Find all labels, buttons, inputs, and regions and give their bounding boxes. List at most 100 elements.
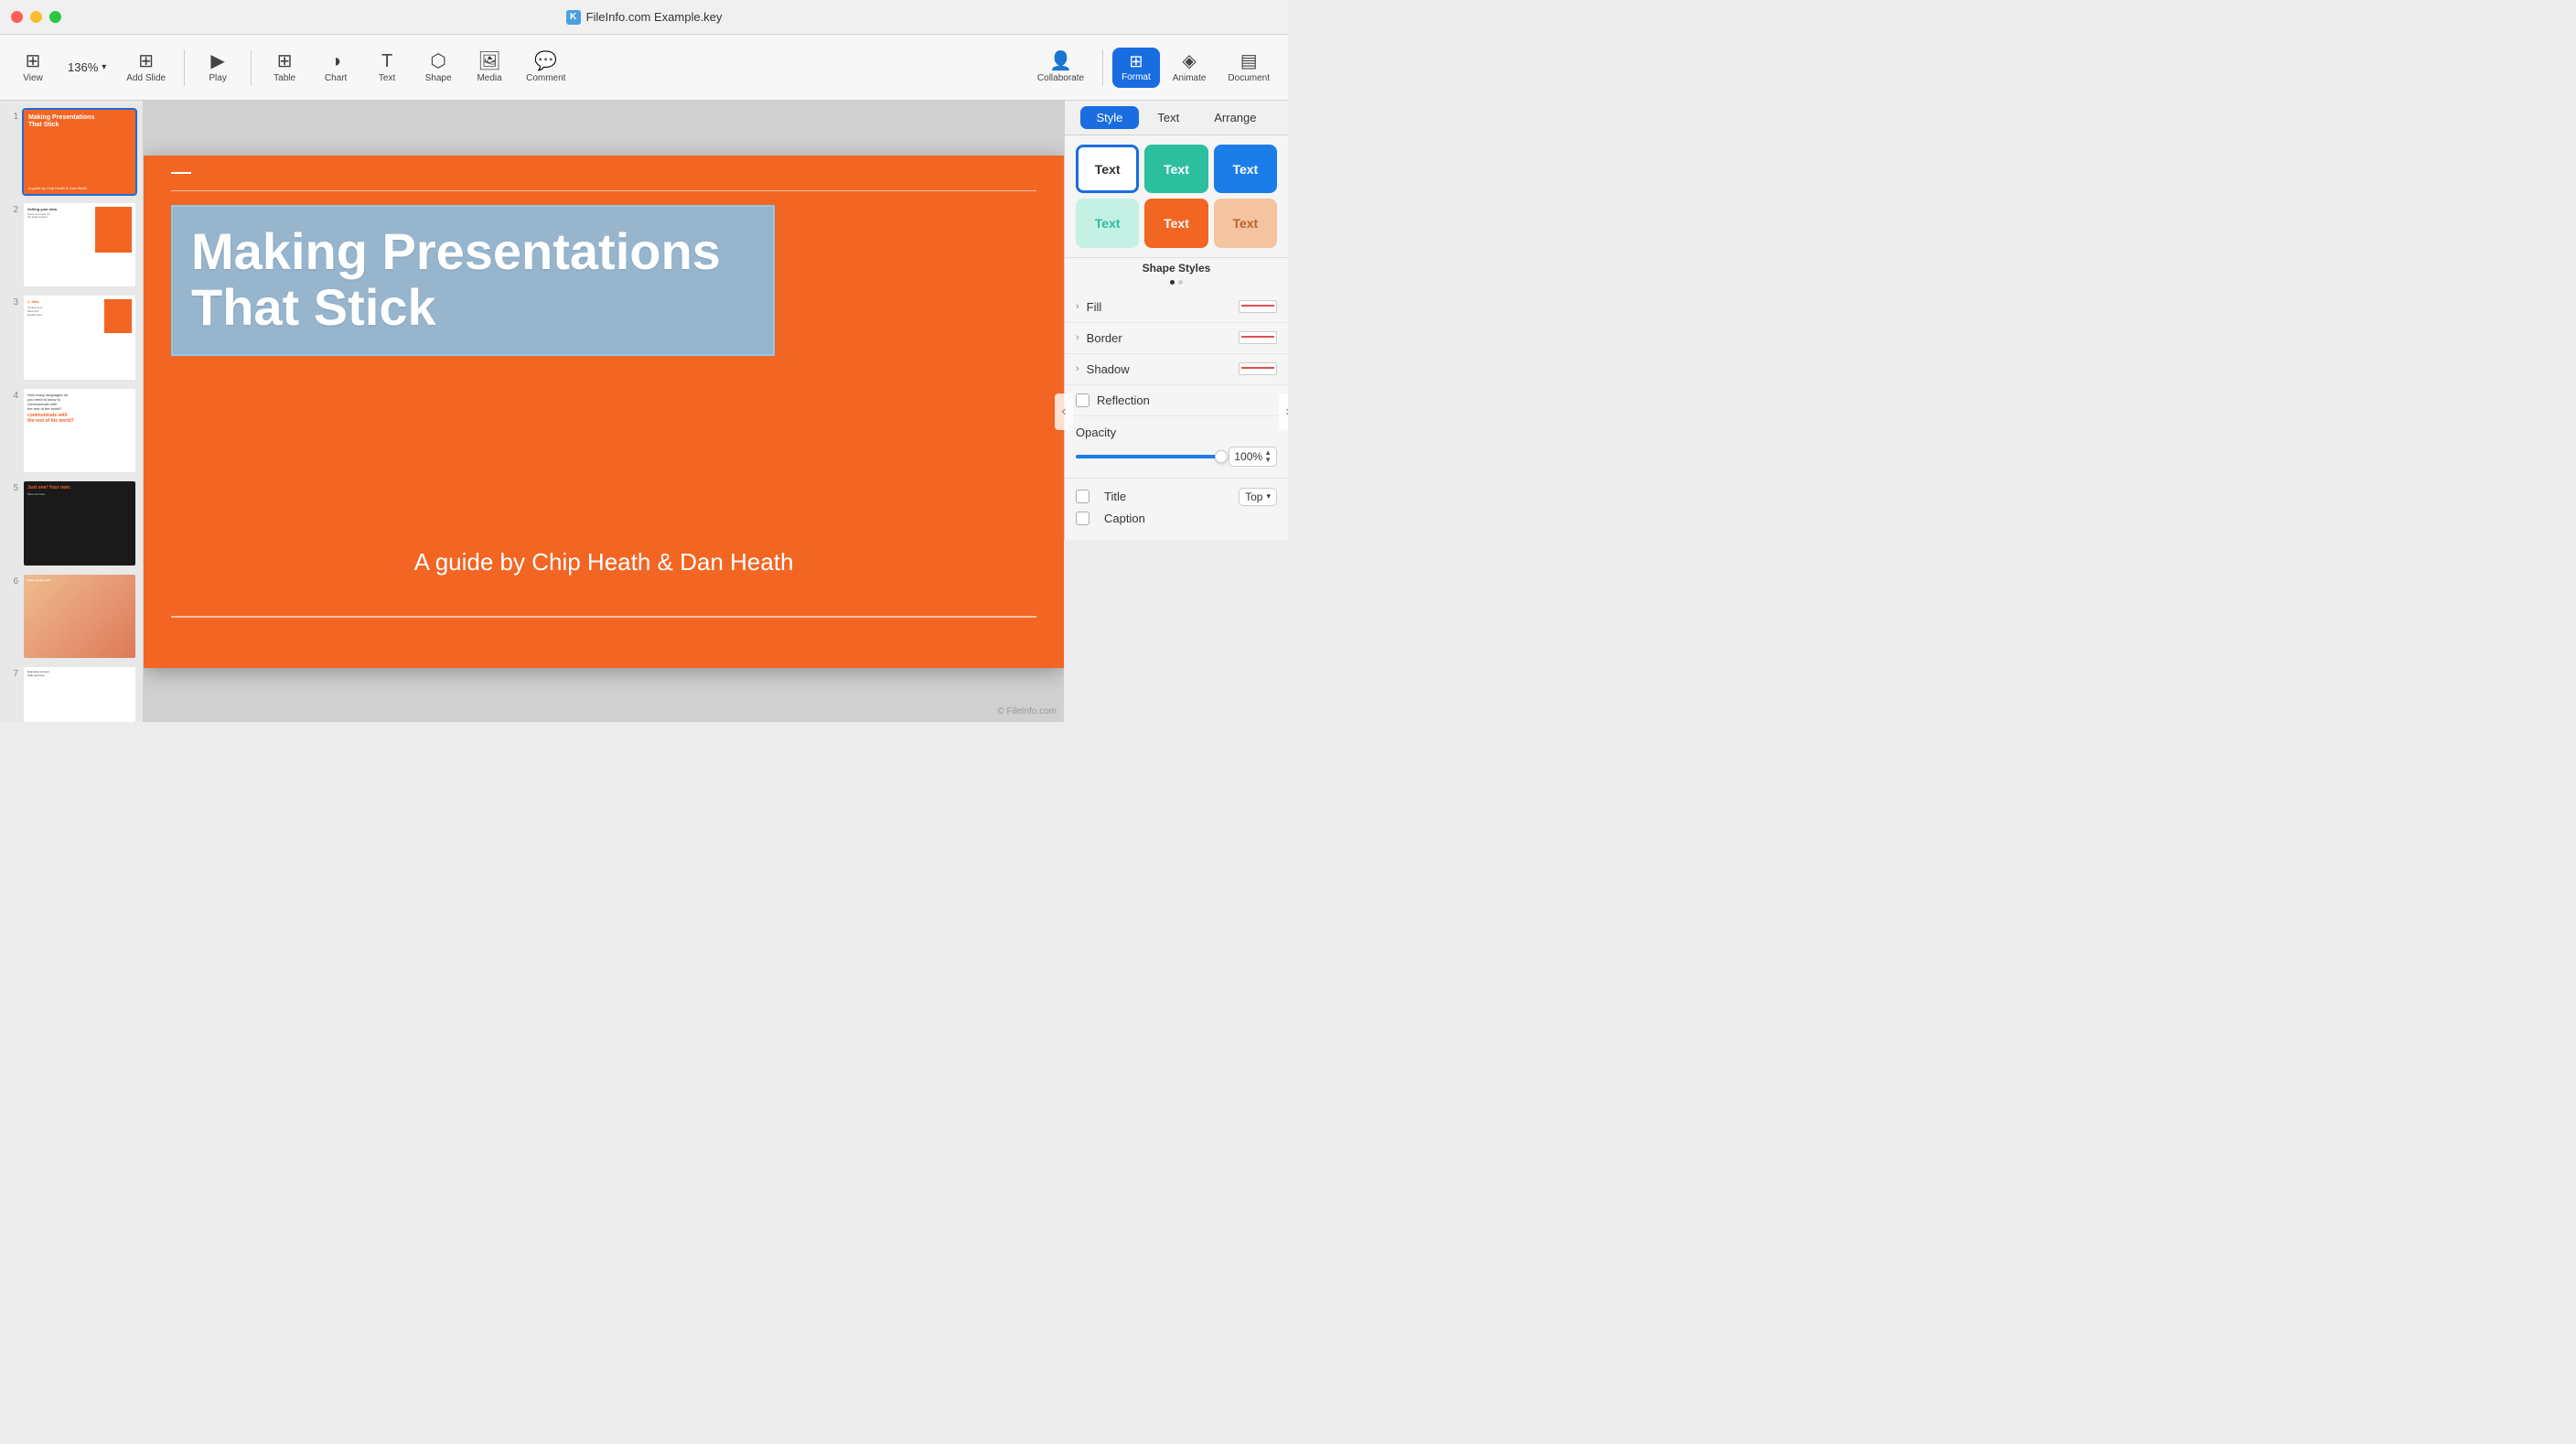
add-slide-button[interactable]: ⊞ Add Slide bbox=[117, 47, 175, 89]
title-row: Title Top ▾ bbox=[1076, 488, 1277, 506]
shadow-chevron-icon: › bbox=[1076, 363, 1079, 374]
format-button[interactable]: ⊞ Format bbox=[1112, 48, 1160, 88]
slide-thumb-row-4: 4 How many languages doyou need to know … bbox=[5, 387, 137, 475]
border-row[interactable]: › Border bbox=[1065, 323, 1288, 354]
comment-button[interactable]: 💬 Comment bbox=[517, 47, 574, 89]
opacity-slider[interactable] bbox=[1076, 455, 1221, 458]
chevron-left-icon: ‹ bbox=[1061, 404, 1066, 420]
collaborate-button[interactable]: 👤 Collaborate bbox=[1028, 47, 1093, 89]
zoom-control[interactable]: 136% ▾ bbox=[60, 57, 113, 78]
collaborate-icon: 👤 bbox=[1049, 52, 1072, 70]
opacity-value-box: 100% ▲ ▼ bbox=[1229, 447, 1277, 467]
slide-thumb-row-1: 1 Making PresentationsThat Stick A guide… bbox=[5, 108, 137, 196]
play-label: Play bbox=[209, 73, 226, 83]
reflection-checkbox[interactable] bbox=[1076, 393, 1089, 407]
title-position-value: Top bbox=[1245, 490, 1262, 503]
slide-thumb-row-3: 3 1. Idea Content textMore textDetails h… bbox=[5, 294, 137, 382]
tab-text[interactable]: Text bbox=[1141, 106, 1196, 129]
right-panel-wrapper: ‹ › Style Text Arrange Text Text Text bbox=[1064, 101, 1288, 722]
slide-thumbnail-1[interactable]: Making PresentationsThat Stick A guide b… bbox=[22, 108, 137, 196]
opacity-stepper[interactable]: ▲ ▼ bbox=[1264, 449, 1272, 464]
chart-button[interactable]: ◑ Chart bbox=[312, 47, 360, 89]
animate-label: Animate bbox=[1173, 73, 1207, 83]
slide-thumbnail-2[interactable]: Selling your idea Some text here forthe … bbox=[22, 201, 137, 289]
panel-nav-right[interactable]: › bbox=[1279, 393, 1288, 430]
shadow-color-preview bbox=[1239, 362, 1277, 375]
shape-button[interactable]: ⬡ Shape bbox=[414, 47, 462, 89]
slide-number-2: 2 bbox=[5, 201, 18, 215]
slide-number-7: 7 bbox=[5, 665, 18, 679]
slide-thumbnail-7[interactable]: Examples contentslide text here bbox=[22, 665, 137, 722]
title-label: Title bbox=[1104, 490, 1231, 503]
dot-2 bbox=[1178, 280, 1183, 285]
slide-number-5: 5 bbox=[5, 480, 18, 493]
minimize-button[interactable] bbox=[30, 11, 42, 23]
border-label: Border bbox=[1087, 331, 1239, 345]
slide-thumbnail-5[interactable]: Just one! Your own. More text here bbox=[22, 480, 137, 567]
reflection-row: Reflection bbox=[1065, 385, 1288, 416]
dot-1 bbox=[1170, 280, 1175, 285]
shadow-label: Shadow bbox=[1087, 362, 1239, 376]
animate-button[interactable]: ◈ Animate bbox=[1164, 47, 1216, 89]
slide-thumbnail-4[interactable]: How many languages doyou need to know to… bbox=[22, 387, 137, 475]
title-position-dropdown[interactable]: Top ▾ bbox=[1239, 488, 1277, 506]
opacity-section: Opacity 100% ▲ ▼ bbox=[1065, 416, 1288, 479]
panel-nav-left[interactable]: ‹ bbox=[1055, 393, 1073, 430]
stepper-down-icon[interactable]: ▼ bbox=[1264, 457, 1272, 464]
text-label: Text bbox=[379, 73, 395, 83]
right-panel-tabs: Style Text Arrange bbox=[1065, 101, 1288, 135]
caption-checkbox[interactable] bbox=[1076, 512, 1089, 525]
style-swatch-6[interactable]: Text bbox=[1214, 199, 1277, 247]
play-button[interactable]: ▶ Play bbox=[194, 47, 242, 89]
slide-title-box[interactable]: Making Presentations That Stick bbox=[171, 205, 775, 356]
window-controls bbox=[11, 11, 61, 23]
table-button[interactable]: ⊞ Table bbox=[261, 47, 308, 89]
main-area: 1 Making PresentationsThat Stick A guide… bbox=[0, 101, 1288, 722]
collaborate-label: Collaborate bbox=[1037, 73, 1084, 83]
title-checkbox[interactable] bbox=[1076, 490, 1089, 503]
opacity-value: 100% bbox=[1234, 450, 1262, 463]
tab-style[interactable]: Style bbox=[1080, 106, 1140, 129]
swatch-5-label: Text bbox=[1164, 216, 1189, 231]
border-color-preview bbox=[1239, 331, 1277, 344]
slide-thumbnail-6[interactable]: Flags image slide bbox=[22, 573, 137, 661]
slide-title-text: Making Presentations That Stick bbox=[191, 223, 755, 336]
maximize-button[interactable] bbox=[49, 11, 61, 23]
media-button[interactable]: 🖼 Media bbox=[466, 47, 513, 89]
shape-styles-section: Shape Styles bbox=[1065, 257, 1288, 292]
zoom-chevron-icon: ▾ bbox=[102, 62, 106, 72]
media-label: Media bbox=[477, 73, 501, 83]
style-swatch-1[interactable]: Text bbox=[1076, 145, 1139, 193]
shadow-row[interactable]: › Shadow bbox=[1065, 354, 1288, 385]
right-panel: Style Text Arrange Text Text Text Text bbox=[1064, 101, 1288, 540]
table-icon: ⊞ bbox=[277, 52, 293, 70]
slide-thumbnail-3[interactable]: 1. Idea Content textMore textDetails her… bbox=[22, 294, 137, 382]
copyright-text: © FileInfo.com bbox=[997, 706, 1057, 717]
style-swatch-5[interactable]: Text bbox=[1144, 199, 1208, 247]
chevron-right-icon: › bbox=[1285, 404, 1288, 420]
style-swatch-4[interactable]: Text bbox=[1076, 199, 1139, 247]
slide-number-1: 1 bbox=[5, 108, 18, 122]
titlebar: K FileInfo.com Example.key bbox=[0, 0, 1288, 35]
slide-number-4: 4 bbox=[5, 387, 18, 401]
fill-row[interactable]: › Fill bbox=[1065, 292, 1288, 323]
close-button[interactable] bbox=[11, 11, 23, 23]
view-icon: ⊞ bbox=[26, 52, 41, 70]
tab-arrange[interactable]: Arrange bbox=[1197, 106, 1272, 129]
opacity-slider-thumb[interactable] bbox=[1215, 450, 1228, 463]
slide-bottom-line bbox=[171, 616, 1036, 618]
document-label: Document bbox=[1228, 73, 1270, 83]
reflection-label: Reflection bbox=[1097, 393, 1150, 407]
table-label: Table bbox=[274, 73, 295, 83]
fill-chevron-icon: › bbox=[1076, 301, 1079, 312]
swatch-2-label: Text bbox=[1164, 162, 1189, 177]
view-button[interactable]: ⊞ View bbox=[9, 47, 57, 89]
document-button[interactable]: ▤ Document bbox=[1218, 47, 1279, 89]
style-swatch-2[interactable]: Text bbox=[1144, 145, 1208, 193]
opacity-row: 100% ▲ ▼ bbox=[1076, 447, 1277, 467]
text-button[interactable]: T Text bbox=[363, 47, 411, 89]
toolbar-sep-1 bbox=[184, 49, 185, 86]
style-swatch-3[interactable]: Text bbox=[1214, 145, 1277, 193]
shape-styles-dots bbox=[1065, 280, 1288, 292]
fill-label: Fill bbox=[1087, 300, 1239, 314]
